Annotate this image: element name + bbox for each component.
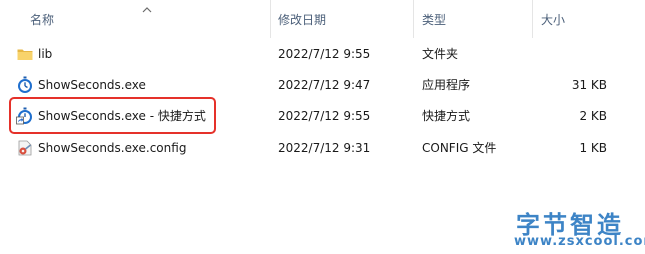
file-modified: 2022/7/12 9:55 (278, 109, 371, 123)
column-divider[interactable] (413, 0, 414, 38)
file-size: 31 KB (571, 78, 607, 92)
column-divider[interactable] (270, 0, 271, 38)
file-modified: 2022/7/12 9:47 (278, 78, 371, 92)
column-divider[interactable] (532, 0, 533, 38)
file-size (547, 39, 607, 69)
file-type: CONFIG 文件 (422, 141, 497, 155)
file-type: 文件夹 (422, 47, 459, 61)
file-modified: 2022/7/12 9:31 (278, 141, 371, 155)
column-modified[interactable]: 修改日期 (278, 12, 326, 28)
file-modified: 2022/7/12 9:55 (278, 47, 371, 61)
folder-icon (17, 49, 33, 60)
config-file-icon (18, 140, 32, 156)
column-type[interactable]: 类型 (422, 12, 446, 28)
file-name: lib (38, 47, 53, 61)
file-name: ShowSeconds.exe.config (38, 141, 187, 155)
file-size: 1 KB (579, 141, 607, 155)
file-type: 应用程序 (422, 78, 471, 92)
column-name[interactable]: 名称 (30, 12, 54, 28)
stopwatch-exe-icon (18, 76, 32, 93)
column-size[interactable]: 大小 (541, 12, 565, 28)
column-header: 名称 修改日期 类型 大小 (0, 0, 645, 38)
sort-ascending-icon (142, 7, 152, 13)
file-row-showseconds-config[interactable]: ShowSeconds.exe.config 2022/7/12 9:31 CO… (0, 133, 645, 163)
highlight-box (9, 97, 216, 134)
file-row-lib[interactable]: lib 2022/7/12 9:55 文件夹 (0, 39, 645, 69)
file-name: ShowSeconds.exe (38, 78, 146, 92)
file-type: 快捷方式 (422, 109, 471, 123)
file-size: 2 KB (579, 109, 607, 123)
file-row-showseconds-exe[interactable]: ShowSeconds.exe 2022/7/12 9:47 应用程序 31 K… (0, 70, 645, 100)
watermark-url: www.zsxcool.com (514, 234, 645, 249)
